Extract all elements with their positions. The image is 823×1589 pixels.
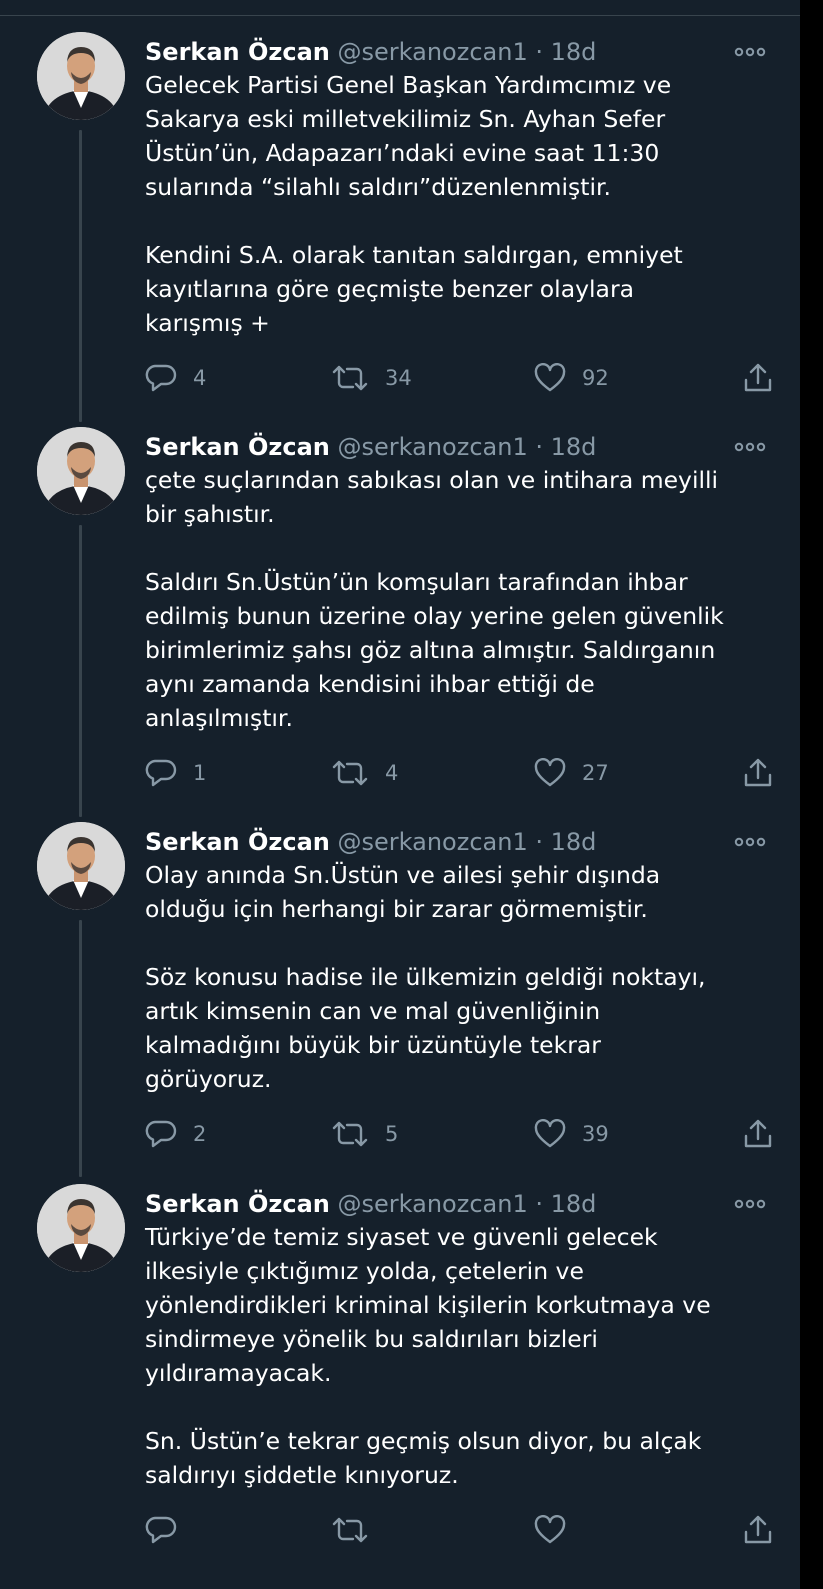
tweet-header: Serkan Özcan @serkanozcan1 · 18d: [145, 32, 596, 72]
top-divider: [0, 15, 800, 16]
like-count: 27: [582, 761, 609, 785]
thread-connector-line: [79, 525, 82, 817]
reply-count: 2: [193, 1122, 207, 1146]
tweet-text: Olay anında Sn.Üstün ve ailesi şehir dış…: [145, 861, 706, 1093]
tweet-header: Serkan Özcan @serkanozcan1 · 18d: [145, 822, 596, 862]
like-icon: [534, 758, 566, 788]
author-name[interactable]: Serkan Özcan: [145, 828, 330, 856]
tweet-actions: 1 4 27: [145, 753, 775, 793]
like-button[interactable]: [534, 1510, 582, 1550]
retweet-icon: [331, 758, 369, 788]
like-icon: [534, 363, 566, 393]
like-icon: [534, 1515, 566, 1545]
share-icon: [742, 757, 774, 789]
reply-icon: [145, 363, 177, 393]
retweet-icon: [331, 363, 369, 393]
avatar[interactable]: [37, 1184, 125, 1272]
tweet-text: Gelecek Partisi Genel Başkan Yardımcımız…: [145, 71, 683, 337]
tweet-header: Serkan Özcan @serkanozcan1 · 18d: [145, 427, 596, 467]
reply-button[interactable]: [145, 1510, 193, 1550]
share-button[interactable]: [742, 753, 774, 793]
tweet-text: Türkiye’de temiz siyaset ve güvenli gele…: [145, 1223, 711, 1489]
reply-icon: [145, 1515, 177, 1545]
retweet-button[interactable]: 5: [331, 1114, 398, 1154]
timestamp[interactable]: 18d: [551, 38, 597, 66]
more-options-icon[interactable]: [733, 1194, 767, 1214]
tweet-header: Serkan Özcan @serkanozcan1 · 18d: [145, 1184, 596, 1224]
timestamp[interactable]: 18d: [551, 828, 597, 856]
retweet-button[interactable]: 34: [331, 358, 412, 398]
retweet-count: 5: [385, 1122, 399, 1146]
more-options-icon[interactable]: [733, 832, 767, 852]
separator-dot: ·: [535, 38, 543, 66]
retweet-count: 4: [385, 761, 399, 785]
thread-connector-line: [79, 920, 82, 1177]
retweet-button[interactable]: 4: [331, 753, 398, 793]
like-button[interactable]: 27: [534, 753, 609, 793]
more-options-icon[interactable]: [733, 42, 767, 62]
reply-icon: [145, 758, 177, 788]
like-icon: [534, 1119, 566, 1149]
tweet-actions: 4 34 92: [145, 358, 775, 398]
author-name[interactable]: Serkan Özcan: [145, 433, 330, 461]
share-icon: [742, 1118, 774, 1150]
tweet-actions: 2 5 39: [145, 1114, 775, 1154]
avatar[interactable]: [37, 822, 125, 910]
thread-connector-line: [79, 130, 82, 422]
separator-dot: ·: [535, 828, 543, 856]
reply-count: 4: [193, 366, 207, 390]
retweet-icon: [331, 1119, 369, 1149]
retweet-count: 34: [385, 366, 412, 390]
avatar[interactable]: [37, 427, 125, 515]
timestamp[interactable]: 18d: [551, 1190, 597, 1218]
author-handle[interactable]: @serkanozcan1: [338, 1190, 528, 1218]
share-button[interactable]: [742, 358, 774, 398]
share-icon: [742, 1514, 774, 1546]
like-count: 39: [582, 1122, 609, 1146]
author-handle[interactable]: @serkanozcan1: [338, 38, 528, 66]
thread-view: Serkan Özcan @serkanozcan1 · 18d Gelecek…: [0, 0, 800, 1589]
share-icon: [742, 362, 774, 394]
share-button[interactable]: [742, 1510, 774, 1550]
author-handle[interactable]: @serkanozcan1: [338, 433, 528, 461]
author-name[interactable]: Serkan Özcan: [145, 38, 330, 66]
separator-dot: ·: [535, 433, 543, 461]
tweet-text: çete suçlarından sabıkası olan ve intiha…: [145, 466, 724, 732]
reply-icon: [145, 1119, 177, 1149]
avatar[interactable]: [37, 32, 125, 120]
like-count: 92: [582, 366, 609, 390]
separator-dot: ·: [535, 1190, 543, 1218]
author-name[interactable]: Serkan Özcan: [145, 1190, 330, 1218]
retweet-icon: [331, 1515, 369, 1545]
author-handle[interactable]: @serkanozcan1: [338, 828, 528, 856]
reply-button[interactable]: 4: [145, 358, 206, 398]
reply-button[interactable]: 1: [145, 753, 206, 793]
timestamp[interactable]: 18d: [551, 433, 597, 461]
retweet-button[interactable]: [331, 1510, 385, 1550]
reply-count: 1: [193, 761, 207, 785]
like-button[interactable]: 39: [534, 1114, 609, 1154]
reply-button[interactable]: 2: [145, 1114, 206, 1154]
share-button[interactable]: [742, 1114, 774, 1154]
tweet-actions: [145, 1510, 775, 1550]
more-options-icon[interactable]: [733, 437, 767, 457]
like-button[interactable]: 92: [534, 358, 609, 398]
